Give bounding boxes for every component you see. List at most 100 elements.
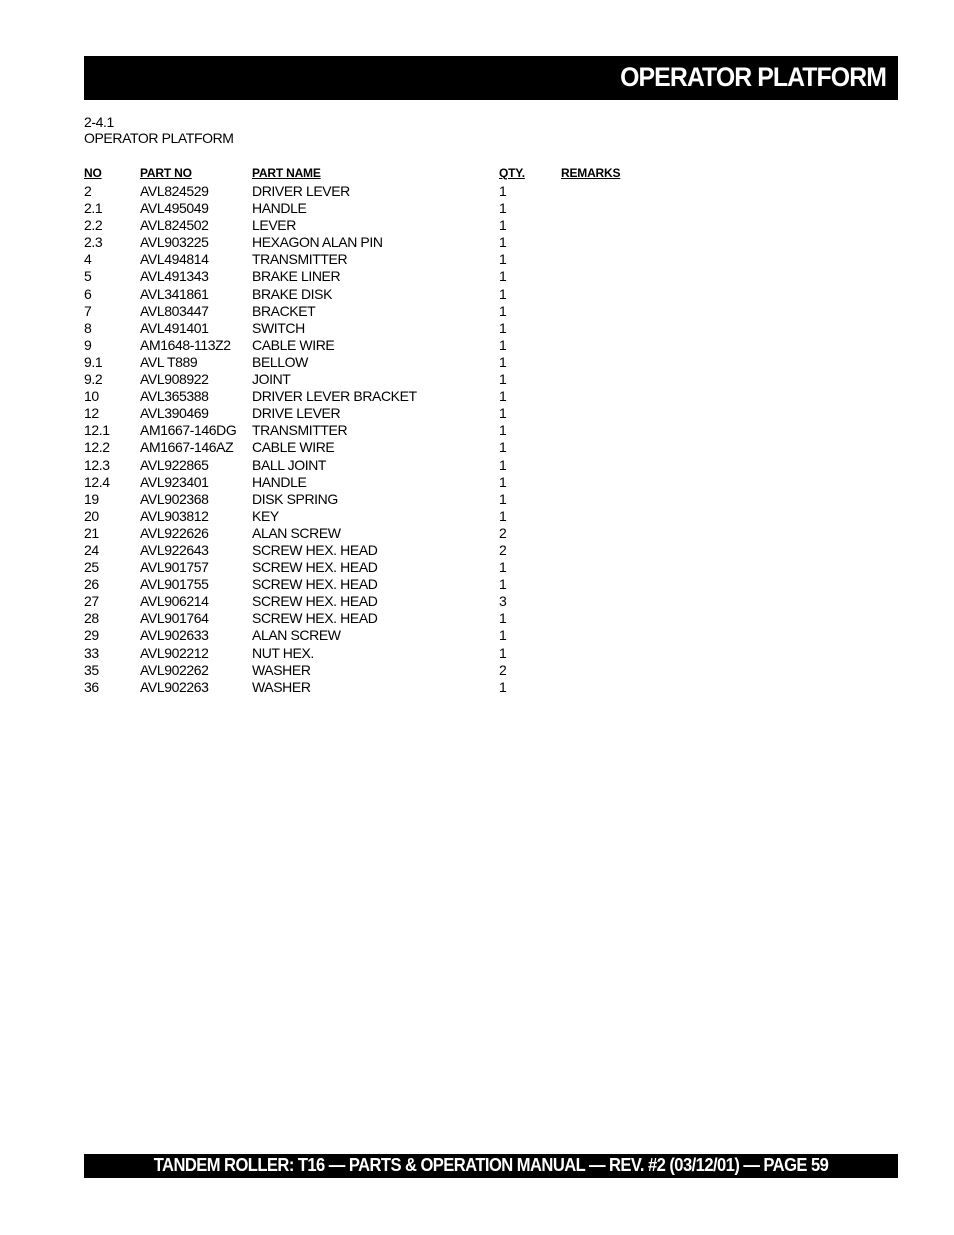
cell-no: 36 [84, 678, 99, 695]
cell-no: 7 [84, 302, 92, 319]
cell-part-name: JOINT [252, 371, 291, 388]
cell-part-name: KEY [252, 507, 279, 524]
column-header-no: NO [84, 166, 102, 180]
cell-qty: 1 [499, 490, 507, 507]
cell-part-no: AVL902368 [140, 490, 209, 507]
cell-part-no: AVL824502 [140, 217, 209, 234]
cell-qty: 1 [499, 285, 507, 302]
cell-part-no: AVL922626 [140, 524, 209, 541]
cell-no: 2.2 [84, 217, 103, 234]
cell-part-no: AVL922865 [140, 456, 209, 473]
cell-part-no: AVL922643 [140, 541, 209, 558]
cell-no: 24 [84, 541, 99, 558]
cell-part-no: AVL495049 [140, 200, 209, 217]
cell-part-name: DRIVER LEVER BRACKET [252, 388, 417, 405]
cell-part-name: WASHER [252, 661, 311, 678]
cell-qty: 1 [499, 610, 507, 627]
cell-part-name: BRACKET [252, 302, 316, 319]
column-header-remarks: REMARKS [561, 166, 621, 180]
cell-part-name: NUT HEX. [252, 644, 314, 661]
cell-part-name: BRAKE LINER [252, 268, 341, 285]
cell-no: 33 [84, 644, 99, 661]
cell-part-name: HEXAGON ALAN PIN [252, 234, 383, 251]
cell-part-no: AVL901755 [140, 576, 209, 593]
cell-part-no: AVL824529 [140, 183, 209, 199]
cell-no: 12.4 [84, 473, 110, 490]
cell-qty: 1 [499, 644, 507, 661]
cell-qty: 1 [499, 559, 507, 576]
cell-no: 20 [84, 507, 99, 524]
cell-no: 28 [84, 610, 99, 627]
cell-part-name: SCREW HEX. HEAD [252, 541, 378, 558]
cell-part-no: AVL903225 [140, 234, 209, 251]
cell-part-name: CABLE WIRE [252, 336, 335, 353]
cell-qty: 1 [499, 388, 507, 405]
cell-part-name: SCREW HEX. HEAD [252, 576, 378, 593]
section-number: 2-4.1 [84, 114, 114, 130]
cell-part-name: TRANSMITTER [252, 251, 348, 268]
cell-qty: 1 [499, 507, 507, 524]
cell-qty: 1 [499, 405, 507, 422]
cell-qty: 1 [499, 302, 507, 319]
cell-qty: 1 [499, 234, 507, 251]
cell-no: 2 [84, 183, 92, 199]
header-bar: OPERATOR PLATFORM [84, 56, 898, 100]
cell-part-name: SCREW HEX. HEAD [252, 559, 378, 576]
cell-qty: 1 [499, 200, 507, 217]
cell-qty: 1 [499, 371, 507, 388]
cell-part-no: AVL803447 [140, 302, 209, 319]
cell-part-name: BRAKE DISK [252, 285, 333, 302]
cell-part-no: AVL902262 [140, 661, 209, 678]
cell-part-name: TRANSMITTER [252, 422, 348, 439]
cell-part-no: AVL341861 [140, 285, 209, 302]
cell-part-name: SCREW HEX. HEAD [252, 610, 378, 627]
cell-no: 29 [84, 627, 99, 644]
cell-part-no: AVL491401 [140, 319, 209, 336]
cell-part-no: AVL908922 [140, 371, 209, 388]
cell-part-no: AVL365388 [140, 388, 209, 405]
cell-part-no: AVL491343 [140, 268, 209, 285]
cell-no: 27 [84, 593, 99, 610]
cell-part-no: AVL390469 [140, 405, 209, 422]
cell-qty: 1 [499, 268, 507, 285]
cell-no: 2.3 [84, 234, 103, 251]
cell-qty: 1 [499, 217, 507, 234]
cell-no: 5 [84, 268, 92, 285]
cell-no: 26 [84, 576, 99, 593]
cell-qty: 1 [499, 319, 507, 336]
cell-part-name: CABLE WIRE [252, 439, 335, 456]
section-title: OPERATOR PLATFORM [84, 130, 234, 146]
cell-no: 9 [84, 336, 92, 353]
footer-text: TANDEM ROLLER: T16 — PARTS & OPERATION M… [153, 1155, 829, 1175]
cell-part-name: DISK SPRING [252, 490, 338, 507]
cell-part-name: HANDLE [252, 473, 307, 490]
column-header-part-no: PART NO [140, 166, 192, 180]
cell-part-no: AM1667-146AZ [140, 439, 234, 456]
cell-part-name: BALL JOINT [252, 456, 327, 473]
cell-part-no: AVL902633 [140, 627, 209, 644]
cell-part-no: AVL901757 [140, 559, 209, 576]
cell-part-no: AVL903812 [140, 507, 209, 524]
cell-no: 6 [84, 285, 92, 302]
cell-part-no: AVL T889 [140, 353, 198, 370]
cell-part-no: AVL902263 [140, 678, 209, 695]
cell-no: 4 [84, 251, 92, 268]
cell-no: 25 [84, 559, 99, 576]
cell-no: 2.1 [84, 200, 103, 217]
cell-qty: 1 [499, 353, 507, 370]
cell-qty: 1 [499, 439, 507, 456]
cell-qty: 1 [499, 183, 507, 199]
cell-qty: 1 [499, 336, 507, 353]
cell-no: 12.3 [84, 456, 110, 473]
cell-part-no: AVL902212 [140, 644, 209, 661]
cell-no: 35 [84, 661, 99, 678]
cell-no: 10 [84, 388, 99, 405]
cell-qty: 1 [499, 251, 507, 268]
page-title: OPERATOR PLATFORM [620, 62, 887, 92]
cell-no: 8 [84, 319, 92, 336]
cell-part-no: AM1648-113Z2 [140, 336, 231, 353]
cell-part-name: SCREW HEX. HEAD [252, 593, 378, 610]
cell-part-name: WASHER [252, 678, 311, 695]
cell-qty: 1 [499, 678, 507, 695]
cell-part-name: ALAN SCREW [252, 524, 341, 541]
